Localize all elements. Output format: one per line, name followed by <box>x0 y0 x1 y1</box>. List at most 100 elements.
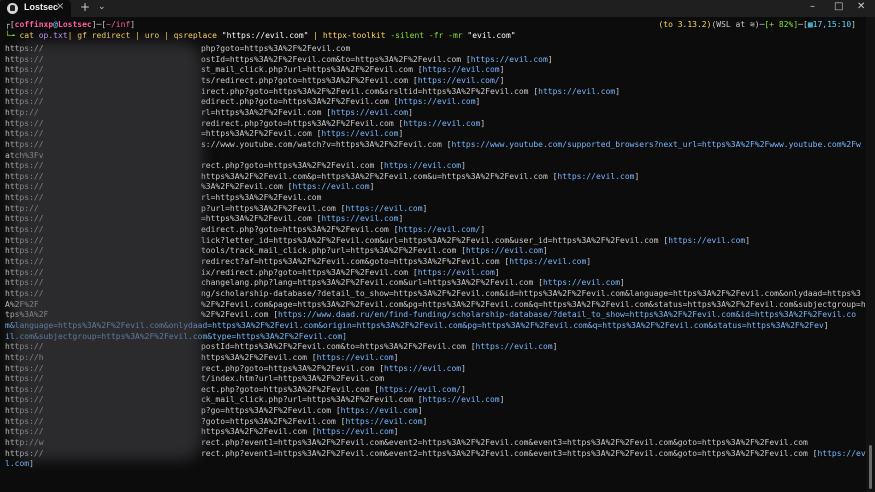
url-path: =https%3A%2F%2Fevil.com [ <box>200 214 322 224</box>
url-path: ck_mail_click.php?url=https%3A%2F%2Fevil… <box>200 395 423 405</box>
penguin-icon <box>7 3 18 14</box>
url-path: https%3A%2F%2Fevil.com&p=https%3A%2F%2Fe… <box>200 171 558 181</box>
redirect-target[interactable]: https://evil.com/ <box>379 385 461 394</box>
redirect-target[interactable]: https://evil.com <box>466 246 543 255</box>
python-version: (to 3.13.2) <box>658 20 712 29</box>
redirect-target[interactable]: https://www.youtube.com/supported_browse… <box>451 140 860 149</box>
url-path: postId=https%3A%2F%2Fevil.com&to=https%3… <box>200 342 476 352</box>
redirect-target[interactable]: https://evil.com <box>423 395 500 404</box>
prompt-user: coffinxp <box>14 20 54 29</box>
url-path: p?url=https%3A%2F%2Fevil.com [ <box>200 203 346 213</box>
redirect-target[interactable]: https://evil.com <box>403 119 480 128</box>
redirect-target[interactable]: https://evil.com <box>557 172 634 181</box>
redirect-target[interactable]: https://evil.com <box>398 97 475 106</box>
redirect-target[interactable]: https://evi <box>817 449 866 458</box>
url-path: p?go=https%3A%2F%2Fevil.com [ <box>200 406 341 416</box>
redirect-target[interactable]: https://www.daad.ru/en/find-funding/scho… <box>278 310 856 319</box>
url-path: rect.php?event1=https%3A%2F%2Fevil.com&e… <box>200 448 818 458</box>
tab-close-icon[interactable]: × <box>56 1 64 12</box>
url-path: t/index.htm?url=https%3A%2F%2Fevil.com <box>200 374 385 384</box>
url-path: ix/redirect.php?goto=https%3A%2F%2Fevil.… <box>200 267 418 277</box>
cmd-cat: cat <box>14 31 39 40</box>
redirect-target[interactable]: https://evil.com <box>538 87 615 96</box>
redirect-target[interactable]: https://evil.com/ <box>418 76 500 85</box>
redirect-target[interactable]: https://evil.com <box>317 353 394 362</box>
cmd-pipeline: | gf redirect | uro | qsreplace <box>67 31 222 40</box>
url-path: php?goto=https%3A%2F%2Fevil.com <box>200 44 351 53</box>
redirect-target[interactable]: https://evil.com <box>543 278 620 287</box>
tab-lostsec[interactable]: Lostsec × <box>0 0 71 17</box>
output-line: l.com] <box>5 459 34 469</box>
redirect-target[interactable]: https://evil.com <box>471 55 548 64</box>
prompt-host: Lostsec <box>58 20 92 29</box>
url-path: ostId=https%3A%2F%2Fevil.com&to=https%3A… <box>200 54 471 64</box>
prompt-arrow: └╼ <box>5 31 15 40</box>
url-path: lick?letter_id=https%3A%2F%2Fevil.com&ur… <box>200 235 669 245</box>
url-path: rect.php?goto=https%3A%2F%2Fevil.com [ <box>200 363 385 373</box>
minimize-icon[interactable]: – <box>810 1 815 12</box>
url-path: s://www.youtube.com/watch?v=https%3A%2F%… <box>200 139 452 149</box>
url-path: st_mail_click.php?url=https%3A%2F%2Fevil… <box>200 65 423 75</box>
url-path: tools/track_mail_click.php?url=https%3A%… <box>200 246 466 256</box>
redirect-target[interactable]: https://evil.com <box>317 427 394 436</box>
url-path: rect.php?goto=https%3A%2F%2Fevil.com [ <box>200 161 385 171</box>
redirect-target[interactable]: https://evil.com <box>345 417 422 426</box>
prompt-bracket-close: ] <box>130 20 136 29</box>
url-path: rl=https%3A%2F%2Fevil.com [ <box>200 107 332 117</box>
url-path: changelang.php?lang=https%3A%2F%2Fevil.c… <box>200 278 543 288</box>
redirect-target[interactable]: https://evil.com <box>384 364 461 373</box>
redirect-target[interactable]: https://evil.com <box>668 236 745 245</box>
redirect-target[interactable]: l.com <box>5 459 29 468</box>
url-path: edirect.php?goto=https%3A%2F%2Fevil.com … <box>200 225 399 235</box>
url-path: =https%3A%2F%2Fevil.com [ <box>200 129 322 139</box>
redirect-target[interactable]: https://evil.com <box>476 342 553 351</box>
tab-bar: Lostsec × + ⌄ – □ ✕ <box>0 0 875 17</box>
prompt-mid: ]─[ <box>91 20 107 29</box>
cmd-flags: -silent -fr -mr <box>390 31 468 40</box>
url-path: irect.php?goto=https%3A%2F%2Fevil.com&sr… <box>200 86 539 96</box>
redirect-target[interactable]: https://evil.com <box>384 161 461 170</box>
url-path: ect.php?goto=https%3A%2F%2Fevil.com [ <box>200 384 380 394</box>
prompt-bracket-open: ┌[ <box>5 20 15 29</box>
battery-level: [+ 82%] <box>764 20 799 29</box>
url-path: ng/scholarship-database/?detail_to_show=… <box>200 288 861 298</box>
cmd-httpx: | httpx-toolkit <box>308 31 391 40</box>
url-path: redirect?af=https%3A%2F%2Fevil.com&goto=… <box>200 257 510 266</box>
redirect-target[interactable]: https://evil.com <box>293 182 370 191</box>
time-close: ] <box>851 20 856 29</box>
cmd-string-2: "evil.com" <box>467 31 516 40</box>
redirect-target[interactable]: https://evil.com <box>418 268 495 277</box>
scrollbar[interactable] <box>866 17 875 492</box>
redirect-target[interactable]: https://evil.com/ <box>398 225 480 234</box>
terminal-window: Lostsec × + ⌄ – □ ✕ ┌[coffinxp@Lostsec]─… <box>0 0 875 492</box>
redirect-target[interactable]: https://evil.com <box>423 65 500 74</box>
maximize-icon[interactable]: □ <box>834 1 843 12</box>
command-line: └╼ cat op.txt| gf redirect | uro | qsrep… <box>5 31 516 41</box>
new-tab-icon[interactable]: + <box>80 0 90 14</box>
redacted-region <box>12 42 202 460</box>
wsl-indicator: (WSL at ≋) <box>711 20 760 29</box>
scrollbar-thumb[interactable] <box>869 445 872 489</box>
cmd-file: op.txt <box>38 31 68 40</box>
url-path: %2F%2Fevil.com [ <box>200 310 279 320</box>
redirect-target[interactable]: https://evil.com <box>341 406 418 415</box>
chevron-down-icon[interactable]: ⌄ <box>98 2 106 12</box>
url-path: https%3A%2F%2Fevil.com [ <box>200 352 317 362</box>
redirect-target[interactable]: https://evil.com <box>345 204 422 213</box>
url-path: ?goto=https%3A%2F%2Fevil.com [ <box>200 416 346 426</box>
redirect-target[interactable]: https://evil.com <box>321 214 398 223</box>
url-path: redirect.php?goto=https%3A%2F%2Fevil.com… <box>200 118 404 128</box>
redirect-target[interactable]: https://evil.com <box>331 108 408 117</box>
url-path: rect.php?event1=https%3A%2F%2Fevil.com&e… <box>200 438 808 448</box>
tab-title: Lostsec <box>24 2 59 12</box>
url-path: edirect.php?goto=https%3A%2F%2Fevil.com … <box>200 97 399 107</box>
prompt-path: ~/inf <box>106 20 131 29</box>
url-path: %2F%2Fevil.com&page=https%3A%2F%2Fevil.c… <box>200 299 866 309</box>
redirect-target[interactable]: https://evil.com <box>509 257 586 266</box>
close-icon[interactable]: ✕ <box>857 1 865 12</box>
prompt-line: ┌[coffinxp@Lostsec]─[~/inf] <box>5 20 135 30</box>
redirect-target[interactable]: https://evil.com <box>321 129 398 138</box>
status-bar: (to 3.13.2)(WSL at ≋)─[+ 82%]─[▦17,15:10… <box>658 20 856 30</box>
url-path: ts/redirect.php?goto=https%3A%2F%2Fevil.… <box>200 75 418 85</box>
cmd-string-1: "https://evil.com" <box>221 31 309 40</box>
